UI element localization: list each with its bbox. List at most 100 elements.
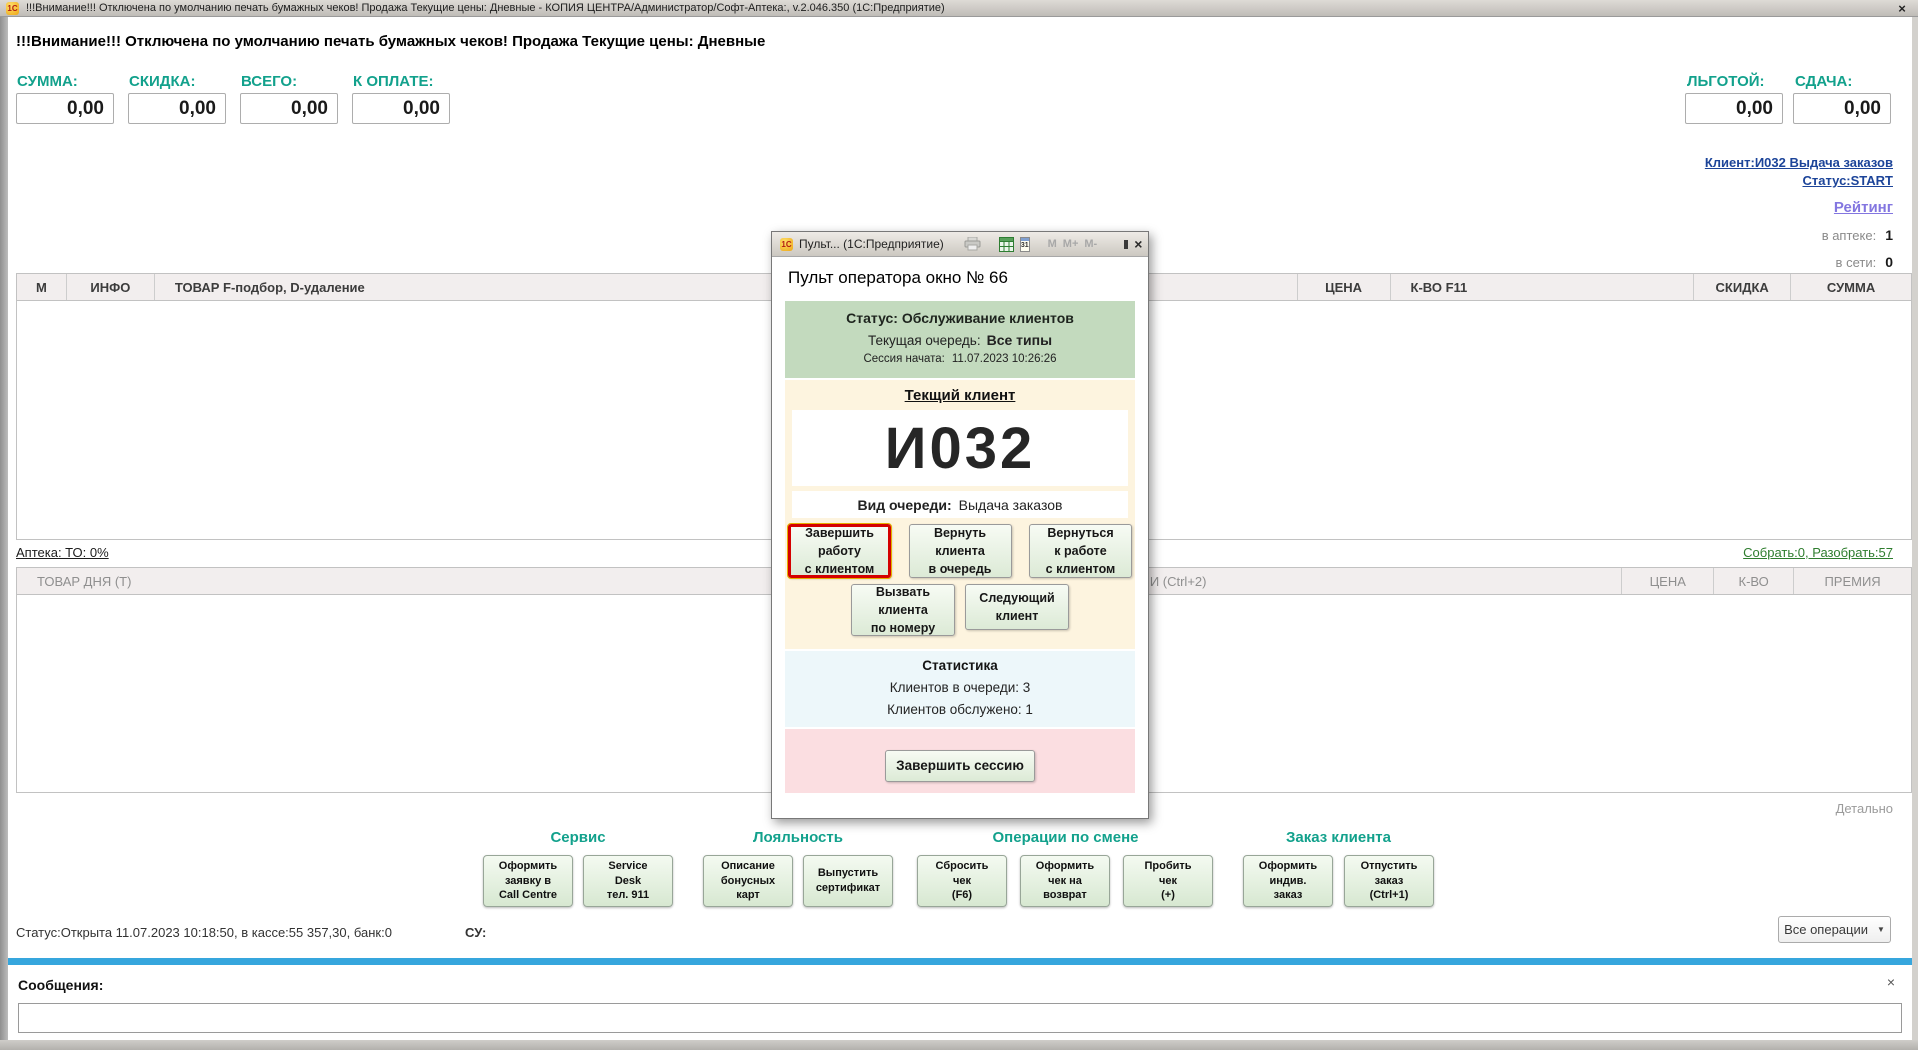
memory-icon[interactable]: M: [1048, 238, 1057, 250]
client-status-link[interactable]: Статус:START: [1802, 173, 1893, 188]
call-centre-request-button[interactable]: Оформить заявку в Call Centre: [483, 855, 573, 907]
col-day-qty: К-ВО: [1714, 568, 1794, 594]
dialog-title: Пульт... (1С:Предприятие): [799, 237, 944, 251]
current-queue-text: Текущая очередь:Все типы: [785, 332, 1135, 348]
privilege-label: ЛЬГОТОЙ:: [1687, 73, 1765, 90]
session-start-text: Сессия начата:11.07.2023 10:26:26: [785, 353, 1135, 365]
detail-link[interactable]: Детально: [1836, 801, 1893, 816]
in-pharmacy-counter: в аптеке: 1: [1822, 227, 1893, 243]
window-title: !!!Внимание!!! Отключена по умолчанию пе…: [26, 2, 945, 14]
release-order-button[interactable]: Отпустить заказ (Ctrl+1): [1344, 855, 1434, 907]
main-titlebar: 1С !!!Внимание!!! Отключена по умолчанию…: [0, 0, 1918, 17]
bottom-window-edge: [0, 1040, 1918, 1050]
current-client-panel: Текщий клиент И032 Вид очереди:Выдача за…: [785, 380, 1135, 649]
col-info: ИНФО: [67, 274, 155, 300]
messages-close-icon[interactable]: ×: [1887, 974, 1895, 990]
in-network-counter: в сети: 0: [1836, 254, 1893, 270]
end-session-panel: Завершить сессию: [785, 729, 1135, 793]
total-field[interactable]: 0,00: [240, 93, 338, 124]
service-status-text: Статус: Обслуживание клиентов: [785, 310, 1135, 326]
su-label: СУ:: [465, 925, 486, 940]
client-link[interactable]: Клиент:И032 Выдача заказов: [1705, 155, 1893, 170]
group-loyalty: Лояльность Описание бонусных карт Выпуст…: [703, 829, 893, 907]
left-window-edge: [0, 17, 8, 1050]
pharmacy-to-link[interactable]: Аптека: ТО: 0%: [16, 545, 109, 560]
privilege-field[interactable]: 0,00: [1685, 93, 1783, 124]
statistics-header: Статистика: [785, 658, 1135, 673]
group-client-order: Заказ клиента Оформить индив. заказ Отпу…: [1243, 829, 1434, 907]
next-client-button[interactable]: Следующий клиент: [965, 584, 1069, 630]
discount-label: СКИДКА:: [129, 73, 195, 90]
total-label: ВСЕГО:: [241, 73, 297, 90]
dialog-titlebar[interactable]: 1С Пульт... (1С:Предприятие) 31 M M+ M- …: [772, 232, 1148, 257]
group-shift-operations: Операции по смене Сбросить чек (F6) Офор…: [917, 829, 1214, 907]
queue-kind-line: Вид очереди:Выдача заказов: [792, 491, 1128, 518]
calculator-icon[interactable]: [999, 237, 1014, 252]
all-operations-label: Все операции: [1784, 922, 1868, 937]
chevron-down-icon: ▼: [1877, 925, 1885, 934]
memory-plus-icon[interactable]: M+: [1063, 238, 1079, 250]
calendar-icon[interactable]: 31: [1020, 237, 1030, 252]
statistics-panel: Статистика Клиентов в очереди: 3 Клиенто…: [785, 651, 1135, 727]
window-close-icon[interactable]: ×: [1892, 1, 1912, 16]
session-start-value: 11.07.2023 10:26:26: [952, 353, 1057, 365]
to-pay-field[interactable]: 0,00: [352, 93, 450, 124]
messages-splitter[interactable]: [8, 958, 1912, 965]
return-client-to-queue-button[interactable]: Вернуть клиента в очередь: [909, 524, 1012, 578]
queue-kind-value: Выдача заказов: [959, 497, 1063, 513]
punch-receipt-button[interactable]: Пробить чек (+): [1123, 855, 1213, 907]
right-window-edge: [1912, 17, 1918, 1050]
rating-link[interactable]: Рейтинг: [1834, 199, 1893, 216]
individual-order-button[interactable]: Оформить индив. заказ: [1243, 855, 1333, 907]
issue-certificate-button[interactable]: Выпустить сертификат: [803, 855, 893, 907]
messages-input[interactable]: [18, 1003, 1902, 1033]
in-network-label: в сети:: [1836, 255, 1877, 270]
print-icon[interactable]: [964, 237, 981, 251]
shift-status-text: Статус:Открыта 11.07.2023 10:18:50, в ка…: [16, 925, 392, 940]
session-status-panel: Статус: Обслуживание клиентов Текущая оч…: [785, 301, 1135, 378]
col-m: М: [17, 274, 67, 300]
col-sum: СУММА: [1791, 274, 1911, 300]
operator-console-dialog: 1С Пульт... (1С:Предприятие) 31 M M+ M- …: [771, 231, 1149, 819]
change-label: СДАЧА:: [1795, 73, 1852, 90]
col-price: ЦЕНА: [1298, 274, 1391, 300]
sum-field[interactable]: 0,00: [16, 93, 114, 124]
current-queue-value: Все типы: [987, 332, 1052, 348]
change-field[interactable]: 0,00: [1793, 93, 1891, 124]
col-day-bonus: ПРЕМИЯ: [1794, 568, 1911, 594]
end-session-button[interactable]: Завершить сессию: [885, 750, 1035, 782]
dialog-close-icon[interactable]: ×: [1134, 236, 1142, 252]
group-loyalty-title: Лояльность: [703, 829, 893, 846]
col-actions: И (Ctrl+2): [1130, 568, 1622, 594]
call-client-by-number-button[interactable]: Вызвать клиента по номеру: [851, 584, 955, 636]
finish-client-button[interactable]: Завершить работу с клиентом: [788, 524, 891, 578]
maximize-icon[interactable]: [1124, 240, 1128, 249]
client-number-display: И032: [792, 410, 1128, 486]
dialog-heading: Пульт оператора окно № 66: [772, 257, 1148, 301]
1c-logo-icon: 1С: [780, 238, 793, 251]
return-to-work-button[interactable]: Вернуться к работе с клиентом: [1029, 524, 1132, 578]
clients-served-text: Клиентов обслужено: 1: [785, 702, 1135, 717]
all-operations-button[interactable]: Все операции ▼: [1778, 916, 1891, 943]
app-window: 1С !!!Внимание!!! Отключена по умолчанию…: [0, 0, 1918, 1050]
reset-receipt-button[interactable]: Сбросить чек (F6): [917, 855, 1007, 907]
memory-minus-icon[interactable]: M-: [1084, 238, 1097, 250]
in-network-value: 0: [1885, 254, 1893, 270]
group-client-order-title: Заказ клиента: [1243, 829, 1434, 846]
col-qty: К-ВО F11: [1391, 274, 1695, 300]
to-pay-label: К ОПЛАТЕ:: [353, 73, 434, 90]
warning-banner: !!!Внимание!!! Отключена по умолчанию пе…: [16, 33, 765, 50]
assembly-link[interactable]: Собрать:0, Разобрать:57: [1743, 545, 1893, 560]
bonus-cards-info-button[interactable]: Описание бонусных карт: [703, 855, 793, 907]
group-shift-title: Операции по смене: [917, 829, 1214, 846]
sum-label: СУММА:: [17, 73, 78, 90]
col-discount: СКИДКА: [1694, 274, 1791, 300]
refund-receipt-button[interactable]: Оформить чек на возврат: [1020, 855, 1110, 907]
in-pharmacy-value: 1: [1885, 227, 1893, 243]
in-pharmacy-label: в аптеке:: [1822, 228, 1877, 243]
clients-in-queue-text: Клиентов в очереди: 3: [785, 680, 1135, 695]
messages-label: Сообщения:: [18, 977, 103, 993]
service-desk-button[interactable]: Service Desk тел. 911: [583, 855, 673, 907]
discount-field[interactable]: 0,00: [128, 93, 226, 124]
col-day-price: ЦЕНА: [1622, 568, 1714, 594]
